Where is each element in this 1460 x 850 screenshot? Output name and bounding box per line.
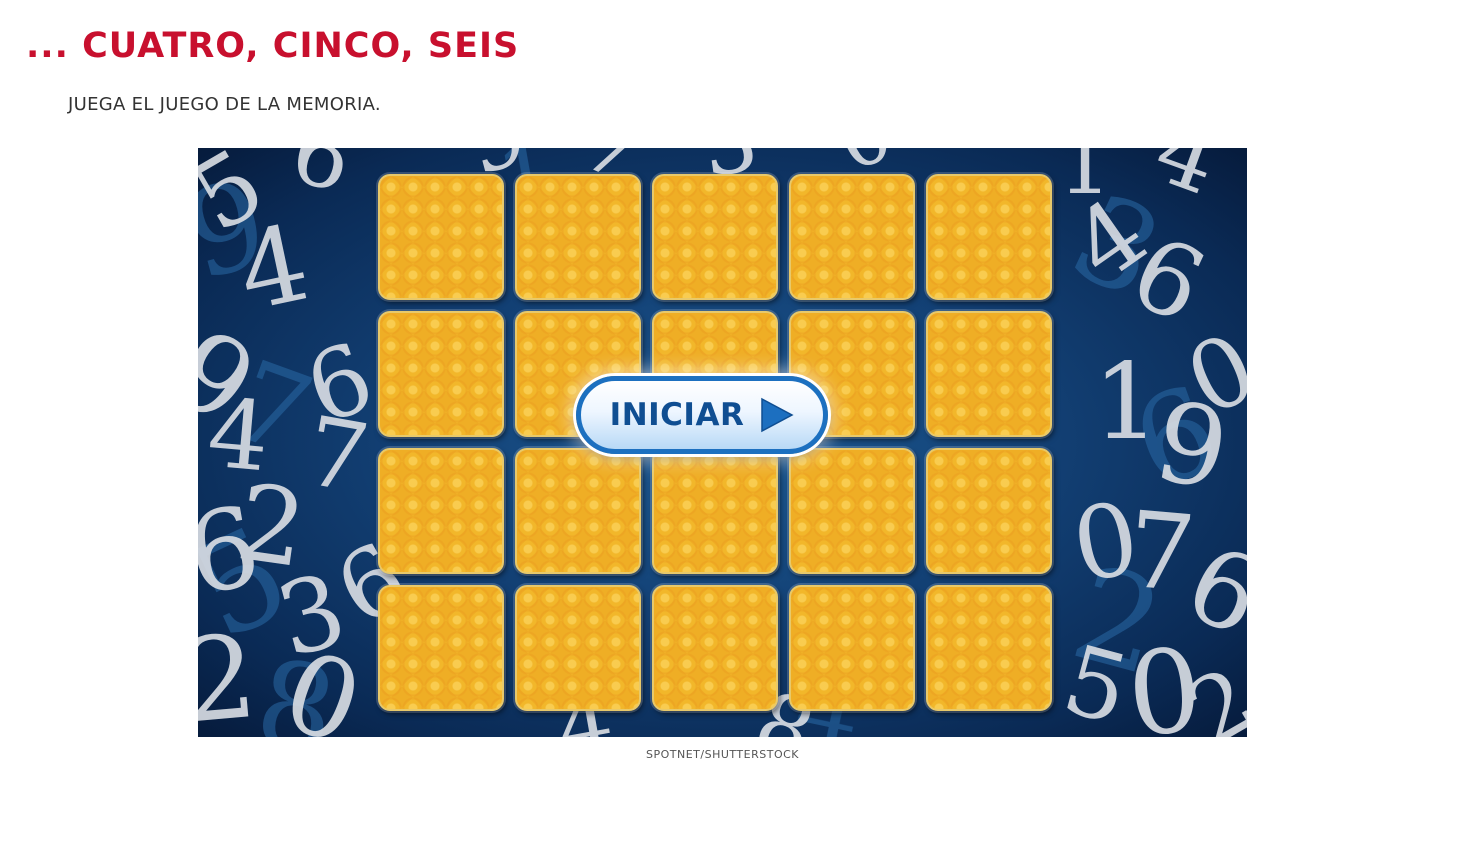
start-button[interactable]: INICIAR [576,376,828,454]
memory-card[interactable] [926,311,1052,437]
start-button-label: INICIAR [609,397,745,433]
memory-card[interactable] [515,585,641,711]
memory-card[interactable] [378,174,504,300]
page: ... CUATRO, CINCO, SEIS JUEGA EL JUEGO D… [0,0,1460,850]
memory-game: 9 7 5 8 3 6 2 1 4 5 6 4 9 6 4 7 6 2 3 [198,148,1247,737]
memory-card[interactable] [378,585,504,711]
memory-card[interactable] [926,448,1052,574]
image-credit: SPOTNET/SHUTTERSTOCK [646,748,799,761]
memory-card[interactable] [926,174,1052,300]
memory-card[interactable] [515,448,641,574]
svg-text:4: 4 [228,202,319,335]
memory-card[interactable] [926,585,1052,711]
memory-card[interactable] [652,585,778,711]
svg-text:1: 1 [1093,341,1160,463]
memory-card[interactable] [652,448,778,574]
page-title: ... CUATRO, CINCO, SEIS [26,26,520,66]
memory-card[interactable] [789,174,915,300]
instruction-text: JUEGA EL JUEGO DE LA MEMORIA. [68,94,381,115]
memory-card[interactable] [789,585,915,711]
memory-card[interactable] [378,448,504,574]
play-icon [758,397,794,433]
memory-card[interactable] [652,174,778,300]
memory-card[interactable] [515,174,641,300]
memory-card[interactable] [789,448,915,574]
memory-card[interactable] [378,311,504,437]
